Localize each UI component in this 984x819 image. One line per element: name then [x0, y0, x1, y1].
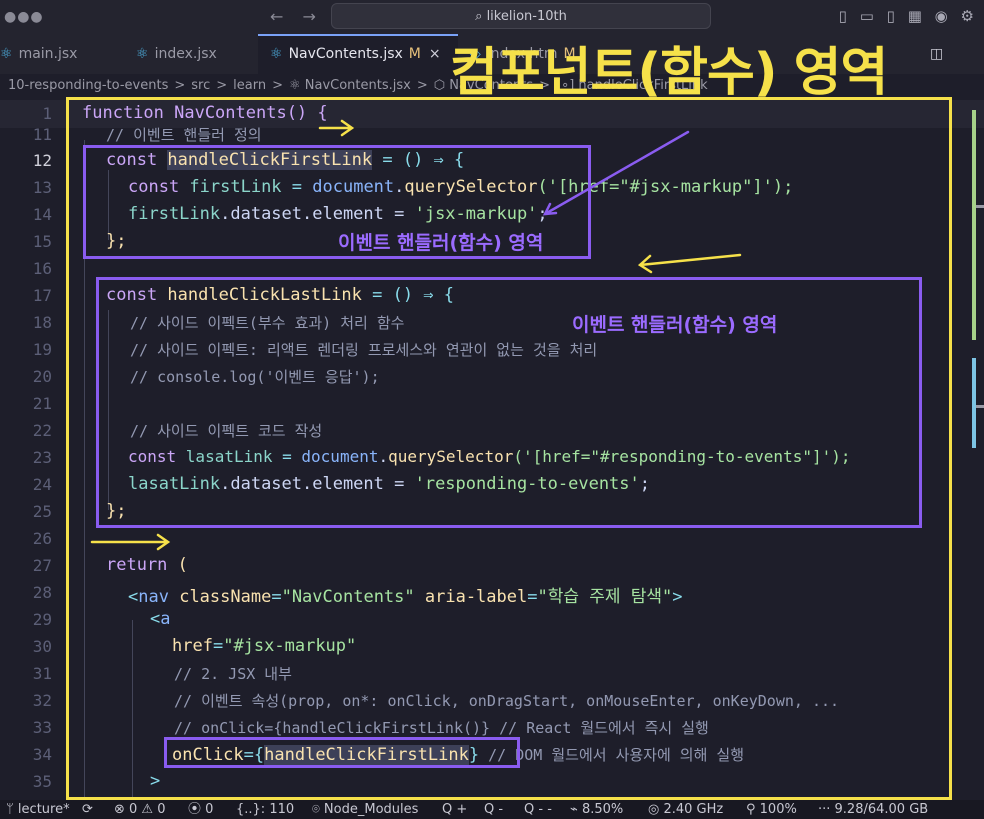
tab-navcontents-jsx[interactable]: ⚛ NavContents.jsx M ×: [258, 34, 458, 74]
scrollbar-thumb[interactable]: [976, 205, 984, 208]
line-number: 12: [32, 151, 52, 170]
problems-indicator[interactable]: ⊗ 0 ⚠ 0: [114, 800, 166, 819]
line-number: 17: [32, 286, 52, 305]
line-number: 20: [32, 367, 52, 386]
memory-usage: ··· 9.28/64.00 GB: [818, 802, 929, 817]
line-number: 11: [32, 125, 52, 144]
line-number: 16: [32, 259, 52, 278]
line-number: 30: [32, 637, 52, 656]
line-number: 25: [32, 502, 52, 521]
line-number: 15: [32, 232, 52, 251]
line-number: 32: [32, 691, 52, 710]
zoom-out-button[interactable]: Q -: [484, 800, 503, 819]
tab-main-jsx[interactable]: ⚛ main.jsx: [0, 34, 77, 74]
navigation-arrows: ← →: [270, 7, 330, 26]
line-number: 33: [32, 718, 52, 737]
sync-icon[interactable]: ⟳: [82, 800, 93, 819]
status-bar: ᛘ lecture* ⟳ ⊗ 0 ⚠ 0 ⦿ 0 {..}: 110 ⌾ Nod…: [0, 800, 984, 819]
line-number: 23: [32, 448, 52, 467]
line-number: 35: [32, 772, 52, 791]
cpu-frequency: ◎ 2.40 GHz: [648, 802, 724, 817]
scrollbar-thumb[interactable]: [976, 405, 984, 408]
line-number: 24: [32, 475, 52, 494]
scrollbar-git-marker: [972, 110, 976, 340]
tab-index-jsx[interactable]: ⚛ index.jsx: [136, 34, 217, 74]
component-area-label: 컴포넌트(함수) 영역: [450, 43, 888, 103]
command-search-box[interactable]: ⌕ likelion-10th: [331, 3, 711, 29]
handler-area-label-1: 이벤트 핸들러(함수) 영역: [338, 232, 544, 254]
line-number: 1: [42, 104, 52, 123]
handler-area-label-2: 이벤트 핸들러(함수) 영역: [572, 314, 778, 336]
panel-icon[interactable]: ▭: [860, 7, 874, 25]
zoom-reset-button[interactable]: Q - -: [524, 800, 552, 819]
sidebar-left-icon[interactable]: ▯: [839, 7, 847, 25]
cpu-usage: ⌁ 8.50%: [570, 802, 624, 817]
title-bar: ●●● ← → ⌕ likelion-10th ▯ ▭ ▯ ▦ ◉ ⚙: [0, 0, 984, 34]
handler-area-box-2: [96, 277, 922, 528]
line-number: 13: [32, 178, 52, 197]
selection-indicator[interactable]: {..}: 110: [236, 800, 294, 819]
line-number: 28: [32, 583, 52, 602]
react-icon: ⚛: [270, 46, 283, 62]
forward-arrow-icon[interactable]: →: [303, 7, 316, 26]
layout-icon[interactable]: ▦: [908, 7, 922, 25]
gear-icon[interactable]: ⚙: [961, 7, 974, 25]
line-number: 14: [32, 205, 52, 224]
react-icon: ⚛: [136, 46, 149, 62]
scrollbar-git-marker: [972, 358, 976, 448]
line-number: 26: [32, 529, 52, 548]
line-number: 22: [32, 421, 52, 440]
battery-status: ⚲ 100%: [746, 802, 797, 817]
window-controls[interactable]: ●●●: [4, 9, 44, 25]
line-number: 21: [32, 394, 52, 413]
close-icon[interactable]: ×: [429, 46, 441, 62]
line-number: 29: [32, 610, 52, 629]
back-arrow-icon[interactable]: ←: [270, 7, 283, 26]
react-icon: ⚛: [0, 46, 13, 62]
ports-indicator[interactable]: ⦿ 0: [188, 800, 213, 819]
line-number: 18: [32, 313, 52, 332]
line-number: 31: [32, 664, 52, 683]
git-branch[interactable]: ᛘ lecture*: [6, 800, 70, 819]
onclick-highlight-box: [164, 737, 520, 768]
split-editor-icon[interactable]: ◫: [930, 34, 943, 74]
titlebar-icons: ▯ ▭ ▯ ▦ ◉ ⚙: [831, 7, 974, 25]
sidebar-right-icon[interactable]: ▯: [887, 7, 895, 25]
line-number: 27: [32, 556, 52, 575]
zoom-in-button[interactable]: Q +: [442, 800, 467, 819]
line-number: 34: [32, 745, 52, 764]
line-number: 19: [32, 340, 52, 359]
account-icon[interactable]: ◉: [935, 7, 948, 25]
node-modules-indicator[interactable]: ⌾ Node_Modules: [312, 800, 418, 819]
